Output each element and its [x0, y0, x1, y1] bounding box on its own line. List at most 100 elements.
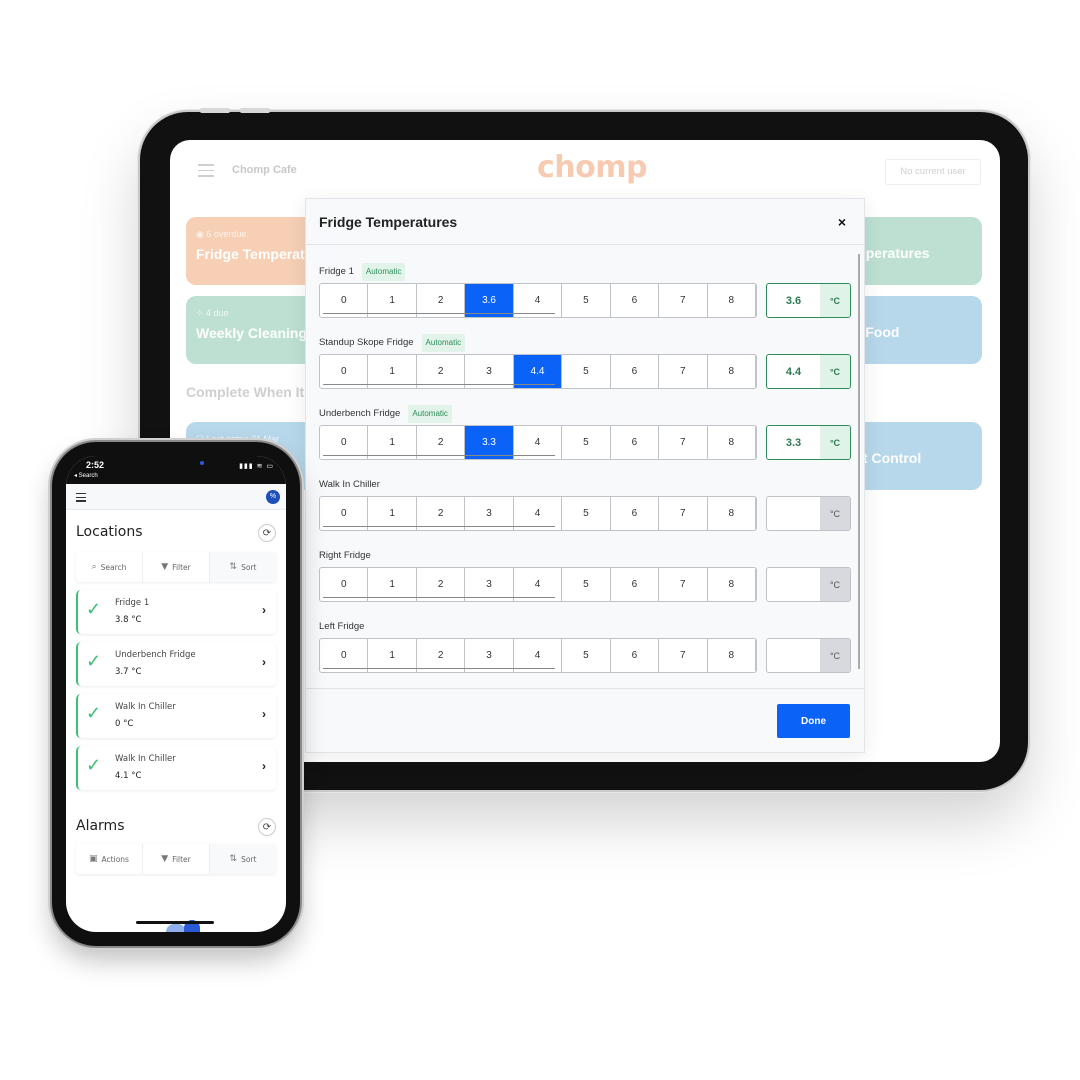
scale-track: [323, 383, 555, 385]
temperature-input[interactable]: 3.3 °C: [766, 425, 851, 460]
menu-icon[interactable]: [198, 164, 214, 177]
location-item[interactable]: ✓ Walk In Chiller 4.1 °C ›: [76, 746, 276, 790]
search-button[interactable]: ⌕ Search: [76, 552, 143, 582]
scale-option[interactable]: 5: [562, 568, 611, 601]
temperature-input[interactable]: °C: [766, 496, 851, 531]
temperature-scale[interactable]: 0 1 2 3 4.4 5 6 7 8: [319, 354, 757, 389]
phone-device: 2:52 ◂ Search ▮▮▮ ≋ ▭ % Locations ⟳ ⌕ Sea…: [52, 442, 300, 946]
row-label: Underbench Fridge Automatic: [319, 403, 851, 425]
back-to-search-link[interactable]: ◂ Search: [74, 472, 98, 479]
scale-option[interactable]: 6: [611, 355, 660, 388]
check-icon: ✓: [86, 755, 102, 775]
temperature-scale[interactable]: 0 1 2 3.3 4 5 6 7 8: [319, 425, 757, 460]
location-item[interactable]: ✓ Walk In Chiller 0 °C ›: [76, 694, 276, 738]
scale-option[interactable]: 7: [659, 426, 708, 459]
unit-label: °C: [820, 568, 850, 601]
location-temperature: 4.1 °C: [115, 771, 142, 781]
row-label: Walk In Chiller: [319, 474, 851, 496]
scale-option[interactable]: 5: [562, 639, 611, 672]
scale-option[interactable]: 5: [562, 284, 611, 317]
temperature-scale[interactable]: 012345678: [319, 638, 757, 673]
scale-track: [323, 667, 555, 669]
scale-option[interactable]: 8: [708, 284, 756, 317]
scale-option[interactable]: 7: [659, 497, 708, 530]
chevron-right-icon: ›: [262, 655, 266, 669]
temperature-input[interactable]: 3.6 °C: [766, 283, 851, 318]
scale-option[interactable]: 5: [562, 355, 611, 388]
temperature-row: Fridge 1 Automatic 0 1 2 3.6 4 5 6 7 8 3.6 °C: [319, 261, 851, 332]
scale-option[interactable]: 7: [659, 284, 708, 317]
scale-option[interactable]: 6: [611, 639, 660, 672]
scale-option[interactable]: 8: [708, 497, 756, 530]
scale-track: [323, 525, 555, 527]
filter-button[interactable]: ▼ Filter: [143, 844, 210, 874]
scale-option[interactable]: 8: [708, 426, 756, 459]
check-icon: ✓: [86, 651, 102, 671]
temperature-value[interactable]: [767, 497, 820, 530]
temperature-input[interactable]: °C: [766, 638, 851, 673]
scale-option[interactable]: 8: [708, 639, 756, 672]
temperature-input[interactable]: °C: [766, 567, 851, 602]
check-icon: ✓: [86, 599, 102, 619]
temperature-scale[interactable]: 012345678: [319, 567, 757, 602]
scale-option[interactable]: 8: [708, 355, 756, 388]
location-name: Walk In Chiller: [115, 702, 176, 712]
location-name: Fridge 1: [115, 598, 150, 608]
tablet-volume-button: [200, 108, 230, 113]
sort-button[interactable]: ⇅ Sort: [210, 844, 276, 874]
row-label: Right Fridge: [319, 545, 851, 567]
temperature-value[interactable]: 3.6: [767, 284, 820, 317]
row-label: Fridge 1 Automatic: [319, 261, 851, 283]
temperature-value[interactable]: [767, 568, 820, 601]
scale-option[interactable]: 5: [562, 497, 611, 530]
fridge-name: Standup Skope Fridge: [319, 337, 414, 348]
unit-label: °C: [820, 639, 850, 672]
phone-topbar: %: [66, 484, 286, 510]
done-button[interactable]: Done: [777, 704, 850, 738]
temperature-value[interactable]: [767, 639, 820, 672]
fridge-name: Fridge 1: [319, 266, 354, 277]
unit-label: °C: [820, 355, 850, 388]
location-item[interactable]: ✓ Fridge 1 3.8 °C ›: [76, 590, 276, 634]
actions-button[interactable]: ▣ Actions: [76, 844, 143, 874]
modal-scrollbar[interactable]: [858, 254, 860, 669]
row-label: Left Fridge: [319, 616, 851, 638]
scale-option[interactable]: 6: [611, 284, 660, 317]
search-label: Search: [100, 562, 127, 572]
close-icon[interactable]: ×: [838, 214, 846, 230]
scale-option[interactable]: 6: [611, 568, 660, 601]
scale-option[interactable]: 7: [659, 639, 708, 672]
filter-button[interactable]: ▼ Filter: [143, 552, 210, 582]
fridge-name: Underbench Fridge: [319, 408, 401, 419]
sort-button[interactable]: ⇅ Sort: [210, 552, 276, 582]
temperature-row: Standup Skope Fridge Automatic 0 1 2 3 4.4 5 6 7 8…: [319, 332, 851, 403]
scale-option[interactable]: 6: [611, 497, 660, 530]
home-indicator: [136, 921, 214, 924]
user-button[interactable]: No current user: [885, 159, 981, 185]
status-icons: ▮▮▮ ≋ ▭: [239, 463, 274, 470]
temperature-scale[interactable]: 0 1 2 3.6 4 5 6 7 8: [319, 283, 757, 318]
chevron-right-icon: ›: [262, 759, 266, 773]
temperature-input[interactable]: 4.4 °C: [766, 354, 851, 389]
location-temperature: 0 °C: [115, 719, 134, 729]
unit-label: °C: [820, 497, 850, 530]
scale-option[interactable]: 5: [562, 426, 611, 459]
fridge-name: Right Fridge: [319, 550, 371, 561]
actions-icon: ▣: [89, 854, 98, 864]
avatar[interactable]: %: [266, 490, 280, 504]
scale-option[interactable]: 7: [659, 355, 708, 388]
locations-title: Locations: [76, 524, 143, 540]
location-item[interactable]: ✓ Underbench Fridge 3.7 °C ›: [76, 642, 276, 686]
scale-option[interactable]: 6: [611, 426, 660, 459]
refresh-icon[interactable]: ⟳: [258, 818, 276, 836]
fridge-name: Left Fridge: [319, 621, 365, 632]
temperature-value[interactable]: 3.3: [767, 426, 820, 459]
status-time: 2:52: [86, 460, 105, 470]
scale-option[interactable]: 7: [659, 568, 708, 601]
temperature-value[interactable]: 4.4: [767, 355, 820, 388]
refresh-icon[interactable]: ⟳: [258, 524, 276, 542]
chevron-right-icon: ›: [262, 707, 266, 721]
temperature-scale[interactable]: 012345678: [319, 496, 757, 531]
scale-option[interactable]: 8: [708, 568, 756, 601]
menu-icon[interactable]: [76, 493, 86, 504]
